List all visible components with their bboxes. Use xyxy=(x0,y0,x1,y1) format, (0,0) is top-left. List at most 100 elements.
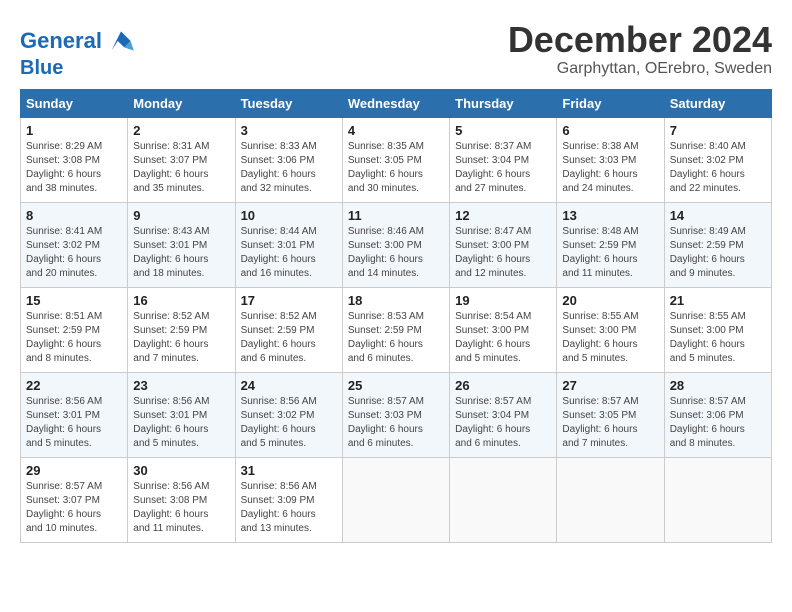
day-number: 7 xyxy=(670,123,766,138)
calendar-cell xyxy=(557,458,664,543)
day-number: 13 xyxy=(562,208,658,223)
calendar-cell: 6 Sunrise: 8:38 AM Sunset: 3:03 PM Daylig… xyxy=(557,118,664,203)
day-number: 28 xyxy=(670,378,766,393)
calendar-cell: 27Sunrise: 8:57 AM Sunset: 3:05 PM Dayli… xyxy=(557,373,664,458)
day-number: 2 xyxy=(133,123,229,138)
day-number: 1 xyxy=(26,123,122,138)
day-number: 30 xyxy=(133,463,229,478)
day-number: 16 xyxy=(133,293,229,308)
calendar-cell: 17 Sunrise: 8:52 AM Sunset: 2:59 PM Dayli… xyxy=(235,288,342,373)
calendar-cell: 26Sunrise: 8:57 AM Sunset: 3:04 PM Dayli… xyxy=(450,373,557,458)
calendar-cell: 14 Sunrise: 8:49 AM Sunset: 2:59 PM Dayli… xyxy=(664,203,771,288)
day-info: Sunrise: 8:44 AM Sunset: 3:01 PM Dayligh… xyxy=(241,225,337,281)
day-number: 25 xyxy=(348,378,444,393)
day-info: Sunrise: 8:38 AM Sunset: 3:03 PM Dayligh… xyxy=(562,140,658,196)
day-number: 21 xyxy=(670,293,766,308)
calendar-cell: 31 Sunrise: 8:56 AM Sunset: 3:09 PM Dayli… xyxy=(235,458,342,543)
logo-icon xyxy=(105,25,137,57)
calendar-cell: 10 Sunrise: 8:44 AM Sunset: 3:01 PM Dayli… xyxy=(235,203,342,288)
day-number: 11 xyxy=(348,208,444,223)
calendar-cell: 22Sunrise: 8:56 AM Sunset: 3:01 PM Dayli… xyxy=(21,373,128,458)
calendar-cell: 5 Sunrise: 8:37 AM Sunset: 3:04 PM Daylig… xyxy=(450,118,557,203)
day-number: 14 xyxy=(670,208,766,223)
day-header-thursday: Thursday xyxy=(450,90,557,118)
calendar-cell: 4 Sunrise: 8:35 AM Sunset: 3:05 PM Daylig… xyxy=(342,118,449,203)
calendar-cell: 25 Sunrise: 8:57 AM Sunset: 3:03 PM Dayli… xyxy=(342,373,449,458)
calendar-cell: 15 Sunrise: 8:51 AM Sunset: 2:59 PM Dayli… xyxy=(21,288,128,373)
day-info: Sunrise: 8:29 AM Sunset: 3:08 PM Dayligh… xyxy=(26,140,122,196)
calendar-cell: 1 Sunrise: 8:29 AM Sunset: 3:08 PM Daylig… xyxy=(21,118,128,203)
calendar-cell xyxy=(342,458,449,543)
day-info: Sunrise: 8:35 AM Sunset: 3:05 PM Dayligh… xyxy=(348,140,444,196)
calendar-cell: 2 Sunrise: 8:31 AM Sunset: 3:07 PM Daylig… xyxy=(128,118,235,203)
calendar-cell: 18Sunrise: 8:53 AM Sunset: 2:59 PM Dayli… xyxy=(342,288,449,373)
day-info: Sunrise: 8:46 AM Sunset: 3:00 PM Dayligh… xyxy=(348,225,444,281)
calendar-week-row: 1 Sunrise: 8:29 AM Sunset: 3:08 PM Daylig… xyxy=(21,118,772,203)
day-header-tuesday: Tuesday xyxy=(235,90,342,118)
day-info: Sunrise: 8:40 AM Sunset: 3:02 PM Dayligh… xyxy=(670,140,766,196)
day-info: Sunrise: 8:43 AM Sunset: 3:01 PM Dayligh… xyxy=(133,225,229,281)
day-info: Sunrise: 8:49 AM Sunset: 2:59 PM Dayligh… xyxy=(670,225,766,281)
day-info: Sunrise: 8:57 AM Sunset: 3:05 PM Dayligh… xyxy=(562,395,658,451)
calendar-cell: 21Sunrise: 8:55 AM Sunset: 3:00 PM Dayli… xyxy=(664,288,771,373)
day-info: Sunrise: 8:33 AM Sunset: 3:06 PM Dayligh… xyxy=(241,140,337,196)
calendar-cell: 24 Sunrise: 8:56 AM Sunset: 3:02 PM Dayli… xyxy=(235,373,342,458)
day-info: Sunrise: 8:57 AM Sunset: 3:03 PM Dayligh… xyxy=(348,395,444,451)
calendar-week-row: 15 Sunrise: 8:51 AM Sunset: 2:59 PM Dayli… xyxy=(21,288,772,373)
page-header: General Blue December 2024 Garphyttan, O… xyxy=(20,20,772,79)
calendar-week-row: 29Sunrise: 8:57 AM Sunset: 3:07 PM Dayli… xyxy=(21,458,772,543)
calendar-table: SundayMondayTuesdayWednesdayThursdayFrid… xyxy=(20,89,772,543)
day-info: Sunrise: 8:41 AM Sunset: 3:02 PM Dayligh… xyxy=(26,225,122,281)
day-info: Sunrise: 8:55 AM Sunset: 3:00 PM Dayligh… xyxy=(562,310,658,366)
day-number: 8 xyxy=(26,208,122,223)
day-info: Sunrise: 8:51 AM Sunset: 2:59 PM Dayligh… xyxy=(26,310,122,366)
calendar-cell: 16Sunrise: 8:52 AM Sunset: 2:59 PM Dayli… xyxy=(128,288,235,373)
day-number: 18 xyxy=(348,293,444,308)
day-number: 10 xyxy=(241,208,337,223)
day-number: 23 xyxy=(133,378,229,393)
day-number: 12 xyxy=(455,208,551,223)
calendar-week-row: 22 Sunrise: 8:56 AM Sunset: 3:01 PM Dayli… xyxy=(21,373,772,458)
day-header-friday: Friday xyxy=(557,90,664,118)
calendar-week-row: 8 Sunrise: 8:41 AM Sunset: 3:02 PM Daylig… xyxy=(21,203,772,288)
calendar-cell: 9Sunrise: 8:43 AM Sunset: 3:01 PM Daylig… xyxy=(128,203,235,288)
calendar-cell xyxy=(664,458,771,543)
calendar-cell: 23 Sunrise: 8:56 AM Sunset: 3:01 PM Dayli… xyxy=(128,373,235,458)
day-info: Sunrise: 8:52 AM Sunset: 2:59 PM Dayligh… xyxy=(241,310,337,366)
calendar-cell: 8 Sunrise: 8:41 AM Sunset: 3:02 PM Daylig… xyxy=(21,203,128,288)
day-number: 3 xyxy=(241,123,337,138)
day-header-wednesday: Wednesday xyxy=(342,90,449,118)
calendar-cell: 3 Sunrise: 8:33 AM Sunset: 3:06 PM Daylig… xyxy=(235,118,342,203)
title-area: December 2024 Garphyttan, OErebro, Swede… xyxy=(508,20,772,78)
calendar-cell: 7 Sunrise: 8:40 AM Sunset: 3:02 PM Daylig… xyxy=(664,118,771,203)
day-number: 29 xyxy=(26,463,122,478)
day-info: Sunrise: 8:31 AM Sunset: 3:07 PM Dayligh… xyxy=(133,140,229,196)
day-number: 31 xyxy=(241,463,337,478)
day-number: 5 xyxy=(455,123,551,138)
logo-subtext: Blue xyxy=(20,57,137,79)
calendar-cell: 13 Sunrise: 8:48 AM Sunset: 2:59 PM Dayli… xyxy=(557,203,664,288)
day-number: 4 xyxy=(348,123,444,138)
day-number: 22 xyxy=(26,378,122,393)
day-header-monday: Monday xyxy=(128,90,235,118)
month-title: December 2024 xyxy=(508,20,772,60)
day-number: 17 xyxy=(241,293,337,308)
day-number: 24 xyxy=(241,378,337,393)
location-title: Garphyttan, OErebro, Sweden xyxy=(508,60,772,78)
day-info: Sunrise: 8:56 AM Sunset: 3:02 PM Dayligh… xyxy=(241,395,337,451)
calendar-header-row: SundayMondayTuesdayWednesdayThursdayFrid… xyxy=(21,90,772,118)
calendar-cell: 19Sunrise: 8:54 AM Sunset: 3:00 PM Dayli… xyxy=(450,288,557,373)
day-info: Sunrise: 8:56 AM Sunset: 3:01 PM Dayligh… xyxy=(133,395,229,451)
day-info: Sunrise: 8:37 AM Sunset: 3:04 PM Dayligh… xyxy=(455,140,551,196)
calendar-cell: 29Sunrise: 8:57 AM Sunset: 3:07 PM Dayli… xyxy=(21,458,128,543)
day-info: Sunrise: 8:54 AM Sunset: 3:00 PM Dayligh… xyxy=(455,310,551,366)
day-header-saturday: Saturday xyxy=(664,90,771,118)
day-info: Sunrise: 8:56 AM Sunset: 3:09 PM Dayligh… xyxy=(241,480,337,536)
day-number: 6 xyxy=(562,123,658,138)
day-number: 15 xyxy=(26,293,122,308)
day-info: Sunrise: 8:57 AM Sunset: 3:06 PM Dayligh… xyxy=(670,395,766,451)
day-info: Sunrise: 8:48 AM Sunset: 2:59 PM Dayligh… xyxy=(562,225,658,281)
day-info: Sunrise: 8:57 AM Sunset: 3:04 PM Dayligh… xyxy=(455,395,551,451)
calendar-cell: 30Sunrise: 8:56 AM Sunset: 3:08 PM Dayli… xyxy=(128,458,235,543)
logo: General Blue xyxy=(20,25,137,79)
